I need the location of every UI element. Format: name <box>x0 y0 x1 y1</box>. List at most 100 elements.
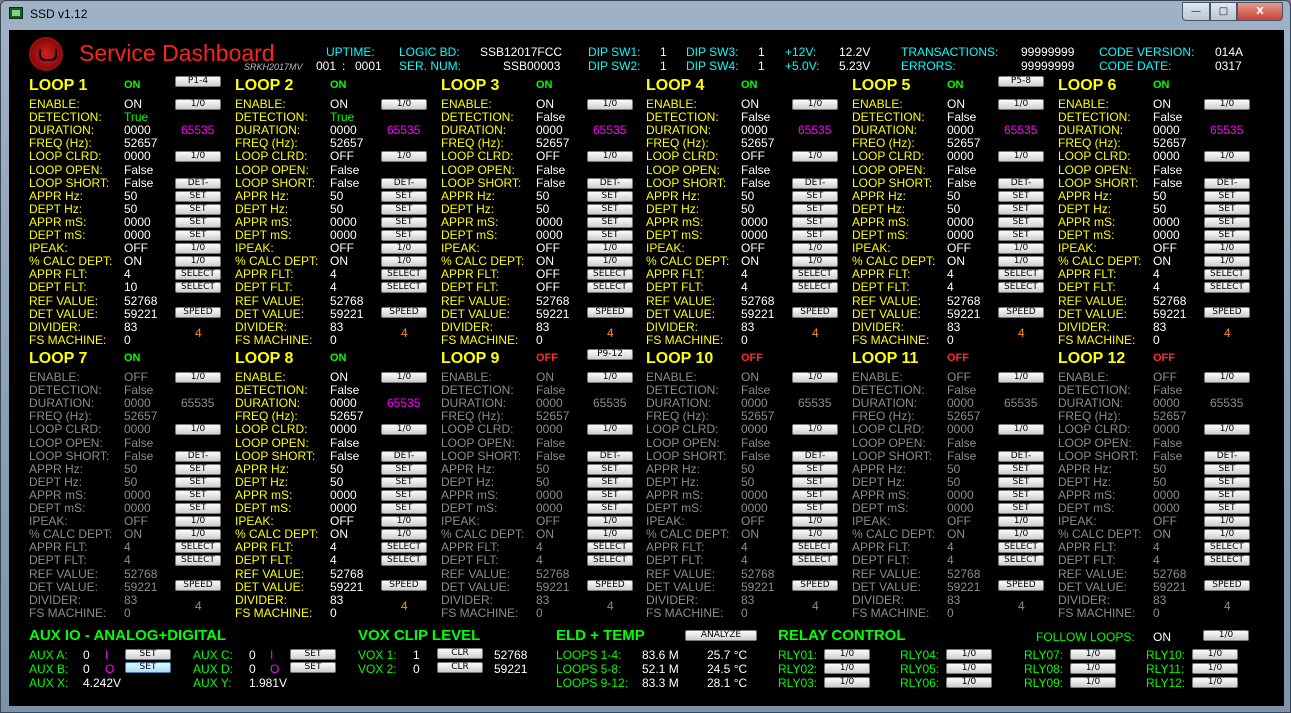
loop-set-button[interactable]: SET <box>381 463 427 475</box>
loop-toggle-button[interactable]: 1/0 <box>1204 99 1250 110</box>
loop-toggle-button[interactable]: 1/0 <box>175 99 221 110</box>
loop-speed-button[interactable]: SPEED <box>587 579 633 591</box>
loop-toggle-button[interactable]: 1/0 <box>998 372 1044 383</box>
loop-set-button[interactable]: SET <box>587 489 633 501</box>
relay-toggle-button[interactable]: 1/0 <box>1192 663 1238 674</box>
loop-select-button[interactable]: SELECT <box>1204 282 1250 294</box>
loop-toggle-button[interactable]: 1/0 <box>587 372 633 383</box>
loop-set-button[interactable]: SET <box>998 190 1044 202</box>
loop-det-button[interactable]: DET- <box>1204 450 1250 462</box>
relay-toggle-button[interactable]: 1/0 <box>946 677 992 688</box>
loop-toggle-button[interactable]: 1/0 <box>998 243 1044 255</box>
aux-b-mode[interactable]: O <box>105 663 114 676</box>
loop-set-button[interactable]: SET <box>792 503 838 514</box>
analyze-button[interactable]: ANALYZE <box>685 630 757 641</box>
loop-select-button[interactable]: SELECT <box>175 269 221 281</box>
relay-toggle-button[interactable]: 1/0 <box>1070 649 1116 660</box>
loop-select-button[interactable]: SELECT <box>998 269 1044 281</box>
loop-set-button[interactable]: SET <box>381 503 427 514</box>
relay-toggle-button[interactable]: 1/0 <box>1192 649 1238 660</box>
loop-select-button[interactable]: SELECT <box>381 542 427 554</box>
loop-set-button[interactable]: SET <box>587 503 633 514</box>
loop-select-button[interactable]: SELECT <box>381 269 427 281</box>
loop-set-button[interactable]: SET <box>381 230 427 241</box>
close-button[interactable]: X <box>1237 2 1283 21</box>
loop-toggle-button[interactable]: 1/0 <box>998 516 1044 528</box>
maximize-button[interactable]: □ <box>1210 2 1237 21</box>
loop-set-button[interactable]: SET <box>587 230 633 241</box>
loop-set-button[interactable]: SET <box>175 190 221 202</box>
loop-set-button[interactable]: SET <box>792 230 838 241</box>
loop-det-button[interactable]: DET- <box>381 177 427 189</box>
loop-set-button[interactable]: SET <box>587 190 633 202</box>
relay-toggle-button[interactable]: 1/0 <box>1192 677 1238 688</box>
loop-toggle-button[interactable]: 1/0 <box>1204 516 1250 528</box>
loop-select-button[interactable]: SELECT <box>1204 555 1250 567</box>
loop-toggle-button[interactable]: 1/0 <box>587 243 633 255</box>
loop-set-button[interactable]: SET <box>1204 216 1250 228</box>
loop-toggle-button[interactable]: 1/0 <box>381 256 427 268</box>
loop-toggle-button[interactable]: 1/0 <box>381 424 427 436</box>
loop-toggle-button[interactable]: 1/0 <box>175 529 221 541</box>
aux-d-set-button[interactable]: SET <box>290 662 336 673</box>
loop-speed-button[interactable]: SPEED <box>175 306 221 318</box>
loop-set-button[interactable]: SET <box>1204 463 1250 475</box>
relay-toggle-button[interactable]: 1/0 <box>824 677 870 688</box>
loop-toggle-button[interactable]: 1/0 <box>175 256 221 268</box>
loop-select-button[interactable]: SELECT <box>998 555 1044 567</box>
loop-set-button[interactable]: SET <box>1204 503 1250 514</box>
loop-toggle-button[interactable]: 1/0 <box>587 99 633 110</box>
loop-speed-button[interactable]: SPEED <box>381 579 427 591</box>
loop-toggle-button[interactable]: 1/0 <box>792 99 838 110</box>
loop-toggle-button[interactable]: 1/0 <box>792 372 838 383</box>
loop-det-button[interactable]: DET- <box>792 177 838 189</box>
loop-speed-button[interactable]: SPEED <box>998 306 1044 318</box>
loop-toggle-button[interactable]: 1/0 <box>998 256 1044 268</box>
loop-select-button[interactable]: SELECT <box>175 282 221 294</box>
loop-toggle-button[interactable]: 1/0 <box>1204 151 1250 163</box>
aux-a-set-button[interactable]: SET <box>125 649 171 660</box>
loop-group-button[interactable]: P1-4 <box>175 76 221 87</box>
loop-select-button[interactable]: SELECT <box>381 282 427 294</box>
loop-toggle-button[interactable]: 1/0 <box>175 151 221 163</box>
vox1-clr-button[interactable]: CLR <box>437 648 483 659</box>
loop-set-button[interactable]: SET <box>792 190 838 202</box>
loop-speed-button[interactable]: SPEED <box>175 579 221 591</box>
loop-toggle-button[interactable]: 1/0 <box>175 516 221 528</box>
loop-speed-button[interactable]: SPEED <box>1204 306 1250 318</box>
loop-toggle-button[interactable]: 1/0 <box>792 516 838 528</box>
loop-set-button[interactable]: SET <box>175 463 221 475</box>
loop-speed-button[interactable]: SPEED <box>1204 579 1250 591</box>
follow-loops-toggle[interactable]: 1/0 <box>1203 630 1249 641</box>
loop-det-button[interactable]: DET- <box>381 450 427 462</box>
loop-toggle-button[interactable]: 1/0 <box>175 243 221 255</box>
loop-det-button[interactable]: DET- <box>1204 177 1250 189</box>
vox2-clr-button[interactable]: CLR <box>437 662 483 673</box>
loop-toggle-button[interactable]: 1/0 <box>175 424 221 436</box>
loop-select-button[interactable]: SELECT <box>792 269 838 281</box>
loop-speed-button[interactable]: SPEED <box>381 306 427 318</box>
loop-set-button[interactable]: SET <box>381 216 427 228</box>
loop-select-button[interactable]: SELECT <box>587 269 633 281</box>
loop-set-button[interactable]: SET <box>175 476 221 488</box>
loop-set-button[interactable]: SET <box>175 489 221 501</box>
loop-select-button[interactable]: SELECT <box>1204 542 1250 554</box>
loop-toggle-button[interactable]: 1/0 <box>792 529 838 541</box>
loop-speed-button[interactable]: SPEED <box>998 579 1044 591</box>
aux-d-mode[interactable]: O <box>270 663 279 676</box>
loop-set-button[interactable]: SET <box>587 216 633 228</box>
loop-set-button[interactable]: SET <box>587 463 633 475</box>
loop-toggle-button[interactable]: 1/0 <box>381 99 427 110</box>
loop-set-button[interactable]: SET <box>998 489 1044 501</box>
loop-toggle-button[interactable]: 1/0 <box>1204 529 1250 541</box>
loop-group-button[interactable]: P9-12 <box>587 349 633 360</box>
loop-speed-button[interactable]: SPEED <box>792 306 838 318</box>
loop-set-button[interactable]: SET <box>998 476 1044 488</box>
loop-set-button[interactable]: SET <box>1204 230 1250 241</box>
loop-set-button[interactable]: SET <box>175 216 221 228</box>
aux-a-mode[interactable]: I <box>105 649 108 662</box>
loop-set-button[interactable]: SET <box>381 476 427 488</box>
aux-c-mode[interactable]: I <box>270 649 273 662</box>
loop-set-button[interactable]: SET <box>998 203 1044 215</box>
loop-set-button[interactable]: SET <box>792 476 838 488</box>
